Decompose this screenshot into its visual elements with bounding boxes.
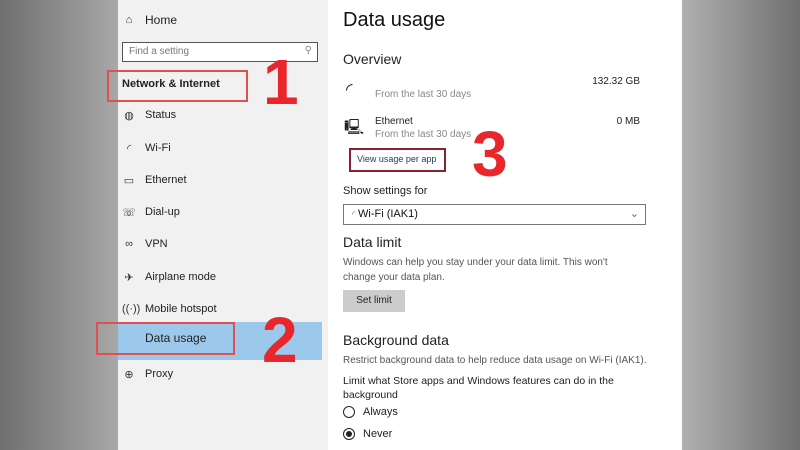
vpn-icon: ∞ <box>125 238 133 250</box>
sidebar-item-dialup[interactable]: ☏ Dial-up <box>118 201 328 223</box>
annotation-3: 3 <box>472 118 508 190</box>
ethernet-period: From the last 30 days <box>375 129 472 140</box>
data-limit-desc2: change your data plan. <box>343 272 445 283</box>
wifi-icon: ◜ <box>126 142 132 155</box>
wifi-icon: ◜ <box>346 80 353 99</box>
dialup-icon: ☏ <box>122 206 136 219</box>
annotation-2: 2 <box>262 304 298 376</box>
airplane-icon: ✈ <box>124 271 134 284</box>
sidebar-item-airplane[interactable]: ✈ Airplane mode <box>118 266 328 288</box>
content: Data usage Overview ◜ From the last 30 d… <box>328 0 682 450</box>
sidebar-home[interactable]: ⌂ Home <box>118 9 328 31</box>
radio-always[interactable]: Always <box>343 406 398 418</box>
overview-heading: Overview <box>343 51 402 67</box>
set-limit-button[interactable]: Set limit <box>343 290 405 312</box>
hotspot-icon: ((·)) <box>122 303 141 315</box>
chevron-down-icon: ⌄ <box>629 208 639 220</box>
sidebar-item-vpn[interactable]: ∞ VPN <box>118 233 328 255</box>
limit-label2: background <box>343 389 398 401</box>
data-limit-desc: Windows can help you stay under your dat… <box>343 257 608 268</box>
radio-circle <box>343 406 355 418</box>
ethernet-amount: 0 MB <box>616 116 640 127</box>
proxy-icon: ⊕ <box>124 368 134 381</box>
radio-never[interactable]: Never <box>343 428 392 440</box>
globe-icon: ◍ <box>124 109 134 122</box>
ethernet-name: Ethernet <box>375 116 413 127</box>
annotation-box-2 <box>96 322 235 355</box>
background-right <box>682 0 800 450</box>
ethernet-icon: ▭ <box>123 174 135 187</box>
show-settings-label: Show settings for <box>343 185 428 197</box>
sidebar-item-ethernet[interactable]: ▭ Ethernet <box>118 169 328 191</box>
background-desc: Restrict background data to help reduce … <box>343 355 647 366</box>
data-limit-heading: Data limit <box>343 234 402 250</box>
ethernet-icon: 🖳 <box>344 119 365 136</box>
annotation-box-1 <box>107 70 248 102</box>
background-left <box>0 0 118 450</box>
limit-label: Limit what Store apps and Windows featur… <box>343 375 614 387</box>
wifi-period: From the last 30 days <box>375 89 472 100</box>
background-heading: Background data <box>343 332 449 348</box>
wifi-amount: 132.32 GB <box>592 76 640 87</box>
view-usage-link[interactable]: View usage per app <box>349 148 446 172</box>
radio-circle-selected <box>343 428 355 440</box>
annotation-1: 1 <box>263 46 299 118</box>
sidebar-item-wifi[interactable]: ◜ Wi-Fi <box>118 137 328 159</box>
search-icon: ⚲ <box>304 45 312 56</box>
home-icon: ⌂ <box>125 14 133 26</box>
network-select[interactable]: ◜ Wi-Fi (IAK1) ⌄ <box>343 204 646 225</box>
page-title: Data usage <box>343 9 446 31</box>
